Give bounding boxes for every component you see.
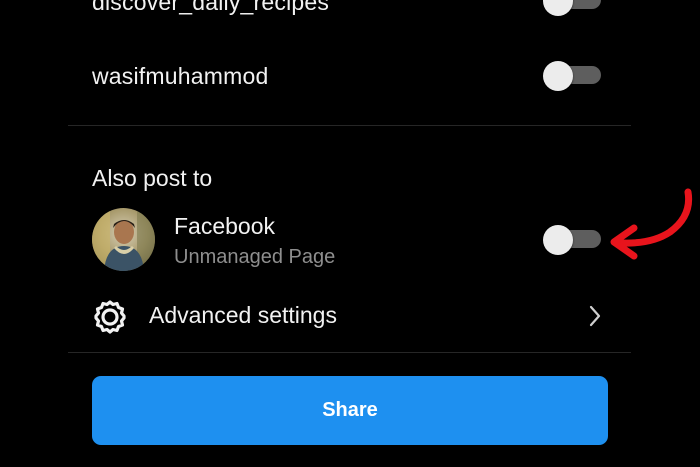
toggle-knob [543, 61, 573, 91]
advanced-settings-row[interactable]: Advanced settings [68, 286, 631, 346]
facebook-toggle[interactable] [543, 225, 601, 255]
divider [68, 125, 631, 126]
account-row-discover-daily-recipes: discover_daily_recipes [0, 0, 700, 20]
red-arrow-annotation-icon [610, 188, 693, 260]
facebook-page-avatar [92, 208, 155, 271]
facebook-label: Facebook [174, 213, 276, 239]
account-toggle-discover-daily-recipes[interactable] [543, 0, 601, 16]
share-button-label: Share [322, 399, 378, 421]
divider [68, 352, 631, 353]
chevron-right-icon [589, 305, 601, 327]
toggle-knob [543, 0, 573, 16]
account-name: wasifmuhammod [92, 63, 269, 89]
advanced-settings-label: Advanced settings [149, 302, 337, 328]
account-toggle-wasifmuhammod[interactable] [543, 61, 601, 91]
share-button[interactable]: Share [92, 376, 608, 445]
gear-icon [94, 300, 126, 334]
account-name: discover_daily_recipes [92, 0, 330, 15]
account-row-wasifmuhammod: wasifmuhammod [0, 52, 700, 100]
also-post-to-heading: Also post to [92, 165, 213, 191]
facebook-page-status: Unmanaged Page [174, 246, 336, 268]
toggle-knob [543, 225, 573, 255]
